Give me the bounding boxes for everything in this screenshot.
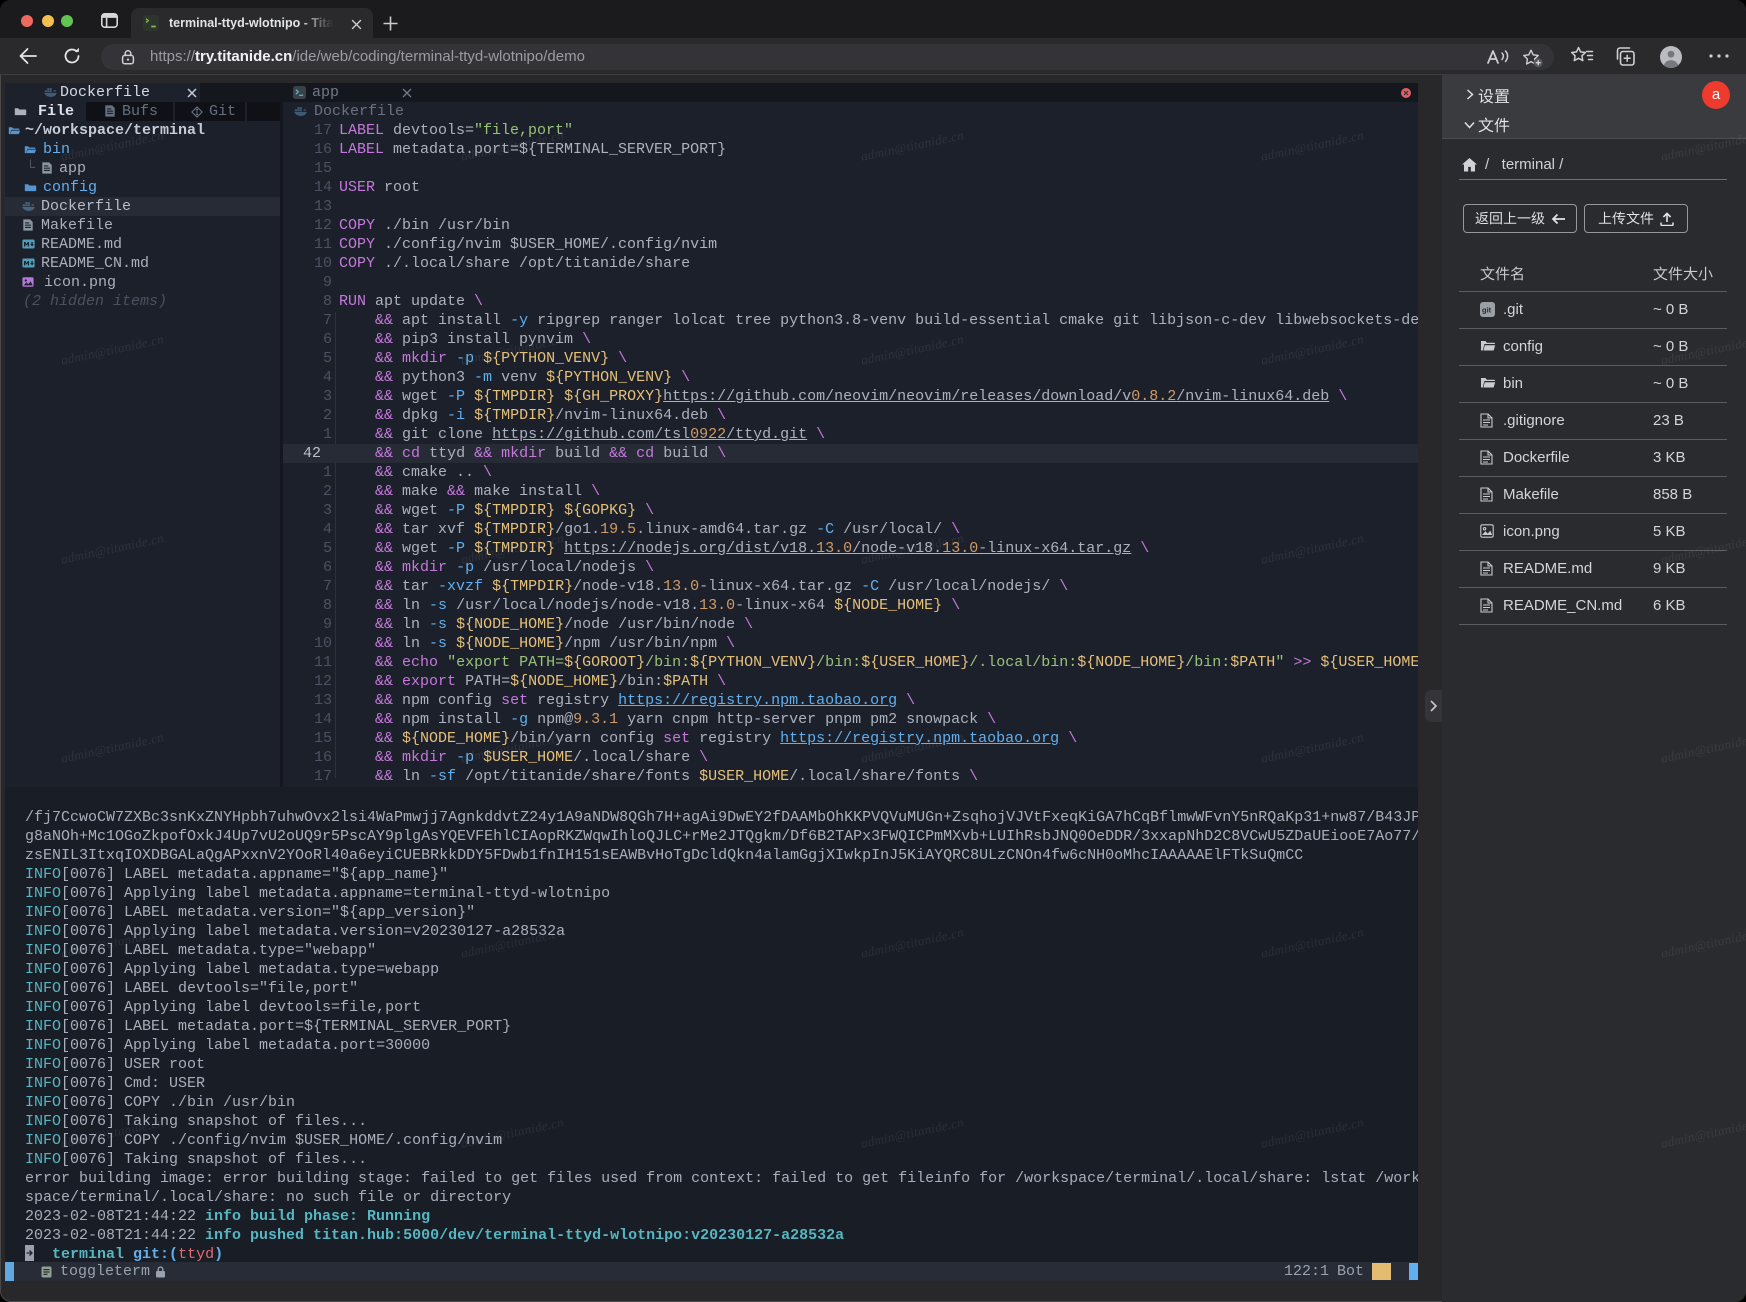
svg-text:git: git xyxy=(1482,306,1492,315)
